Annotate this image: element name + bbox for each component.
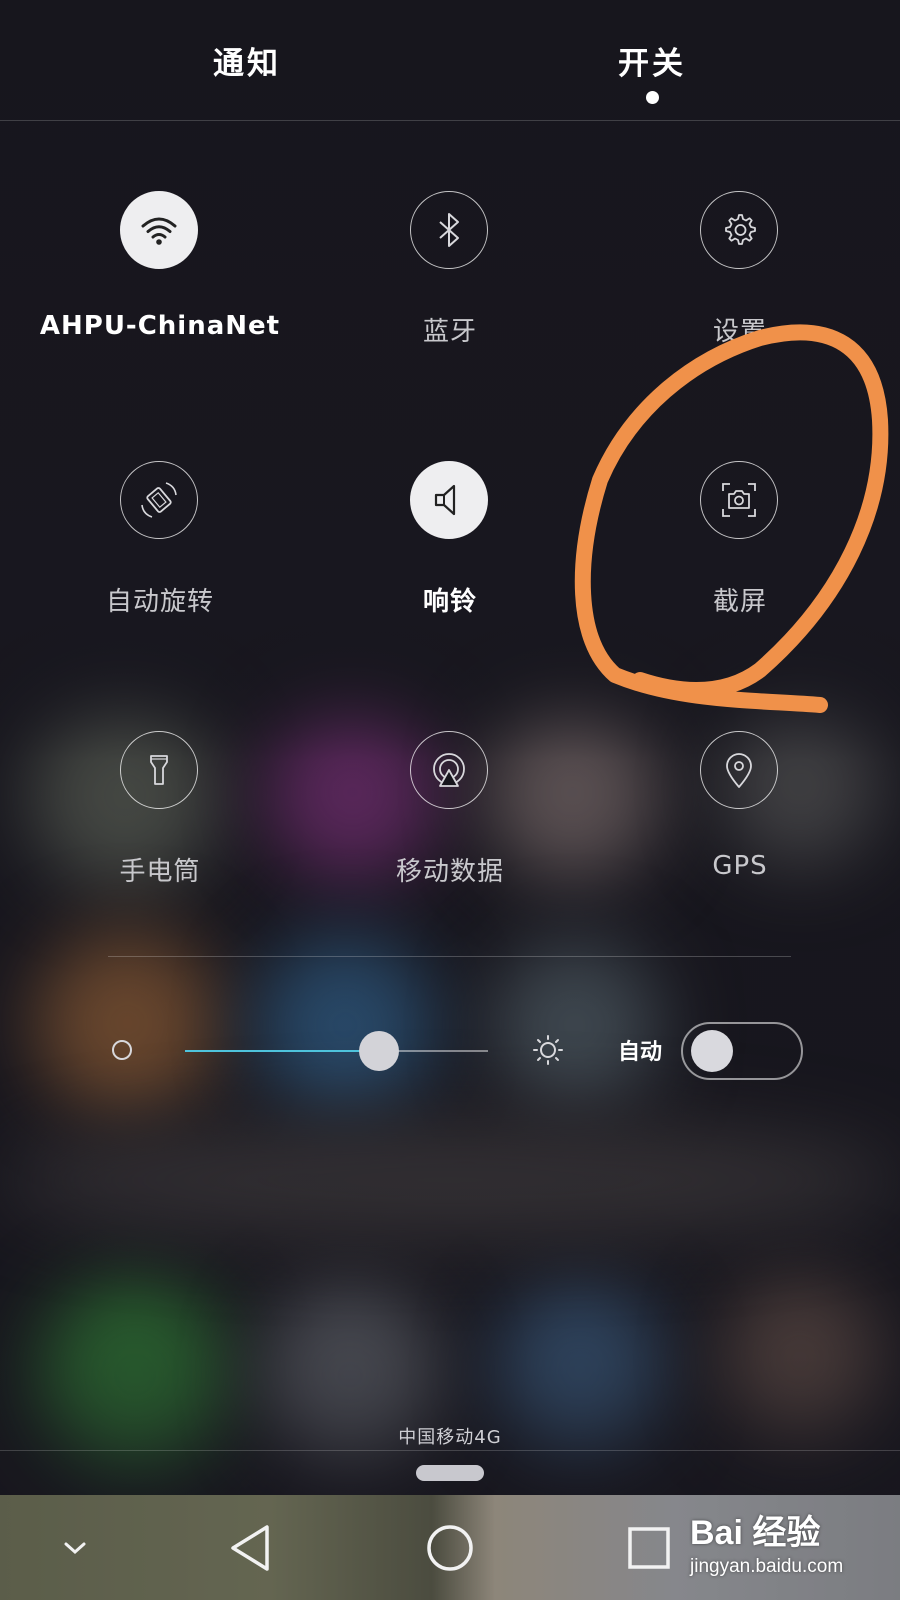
collapse-chevron-icon[interactable] (40, 1495, 110, 1600)
screenshot-camera-icon (700, 461, 778, 539)
toggle-settings[interactable]: 设置 (600, 191, 880, 421)
toggle-bluetooth[interactable]: 蓝牙 (310, 191, 590, 421)
toggle-label: 移动数据 (395, 857, 504, 887)
active-tab-indicator (646, 91, 659, 104)
auto-brightness-label: 自动 (618, 1040, 663, 1065)
brightness-high-icon (533, 1035, 563, 1065)
back-triangle-icon[interactable] (215, 1495, 285, 1600)
tab-notifications[interactable]: 通知 (147, 38, 347, 83)
baidu-jingyan-watermark: Bai 经验 jingyan.baidu.com (690, 1505, 843, 1578)
carrier-label: 中国移动4G (398, 1427, 502, 1448)
toggle-label: 自动旋转 (105, 587, 214, 617)
toggle-label: 设置 (712, 317, 767, 347)
wifi-icon (120, 191, 198, 269)
recents-square-icon[interactable] (614, 1495, 684, 1600)
brightness-slider[interactable] (185, 1031, 488, 1071)
toggle-label: 截屏 (712, 587, 767, 617)
tab-switches[interactable]: 开关 (552, 38, 752, 83)
brightness-low-icon (112, 1040, 132, 1060)
toggle-label: 蓝牙 (422, 317, 477, 347)
mobile-data-icon (410, 731, 488, 809)
toggle-label: AHPU-ChinaNet (39, 311, 281, 341)
bluetooth-icon (410, 191, 488, 269)
watermark-brand: Bai 经验 (690, 1514, 821, 1552)
location-pin-icon (700, 731, 778, 809)
toggle-label: GPS (712, 851, 768, 881)
toggle-flashlight[interactable]: 手电筒 (20, 731, 300, 961)
quick-settings-panel: 通知 开关 AHPU-ChinaNet 蓝牙 设置 自动旋转 响铃 截屏 手电筒… (0, 0, 900, 1600)
toggle-mobile-data[interactable]: 移动数据 (310, 731, 590, 961)
toggle-wifi[interactable]: AHPU-ChinaNet (20, 191, 300, 421)
footer-divider (0, 1450, 900, 1451)
toggle-auto-rotate[interactable]: 自动旋转 (20, 461, 300, 691)
header-divider (0, 120, 900, 121)
brightness-slider-fill (185, 1050, 379, 1052)
speaker-icon (410, 461, 488, 539)
drag-handle[interactable] (416, 1465, 484, 1481)
toggle-ringer[interactable]: 响铃 (310, 461, 590, 691)
flashlight-icon (120, 731, 198, 809)
toggle-screenshot[interactable]: 截屏 (600, 461, 880, 691)
rotate-icon (120, 461, 198, 539)
gear-icon (700, 191, 778, 269)
watermark-url: jingyan.baidu.com (690, 1556, 844, 1577)
section-divider (108, 956, 791, 957)
toggle-label: 响铃 (422, 587, 477, 617)
toggle-gps[interactable]: GPS (600, 731, 880, 961)
home-circle-icon[interactable] (412, 1495, 488, 1600)
auto-brightness-switch[interactable] (681, 1022, 803, 1080)
switch-knob (691, 1030, 733, 1072)
brightness-slider-thumb[interactable] (359, 1031, 399, 1071)
toggle-label: 手电筒 (119, 857, 201, 887)
